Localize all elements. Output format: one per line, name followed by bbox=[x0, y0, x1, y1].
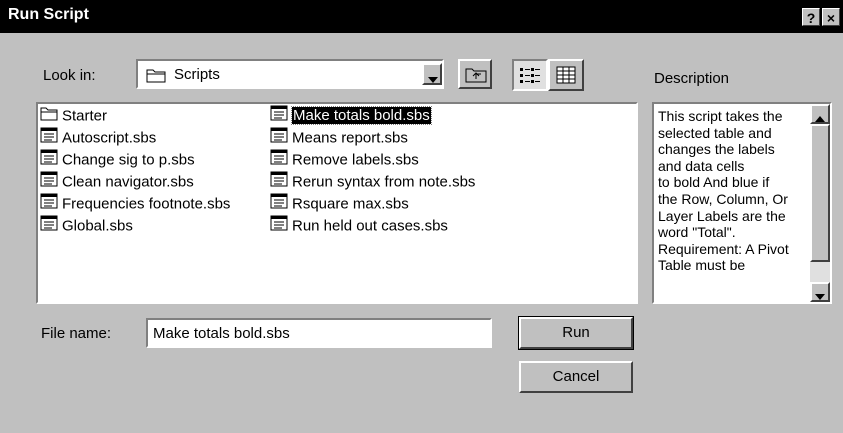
file-name-label: File name: bbox=[41, 325, 112, 342]
scroll-down-button[interactable] bbox=[810, 282, 830, 302]
file-list-item-label: Make totals bold.sbs bbox=[291, 106, 432, 126]
window-title: Run Script bbox=[8, 6, 89, 23]
file-list-item[interactable]: Rerun syntax from note.sbs bbox=[270, 171, 475, 193]
script-file-icon bbox=[270, 105, 288, 128]
list-view-icon bbox=[519, 66, 541, 88]
file-list-item-label: Run held out cases.sbs bbox=[292, 217, 448, 235]
script-file-icon bbox=[270, 215, 288, 238]
file-list-item[interactable]: Autoscript.sbs bbox=[40, 127, 156, 149]
cancel-button[interactable]: Cancel bbox=[519, 361, 633, 393]
file-list-item-label: Means report.sbs bbox=[292, 129, 408, 147]
run-button[interactable]: Run bbox=[518, 316, 634, 350]
look-in-dropdown[interactable]: Scripts bbox=[136, 59, 444, 89]
file-list-item-label: Starter bbox=[62, 107, 108, 125]
file-list[interactable]: Starter Autoscript.sbs Change sig to p.sbs… bbox=[36, 102, 638, 304]
file-list-item-label: Change sig to p.sbs bbox=[62, 151, 195, 169]
file-list-item[interactable]: Rsquare max.sbs bbox=[270, 193, 409, 215]
script-file-icon bbox=[270, 127, 288, 150]
arrow-down-icon bbox=[814, 288, 826, 305]
help-button[interactable]: ? bbox=[802, 8, 820, 26]
script-file-icon bbox=[40, 193, 58, 216]
script-file-icon bbox=[40, 127, 58, 150]
file-name-input[interactable]: Make totals bold.sbs bbox=[146, 318, 492, 348]
look-in-label: Look in: bbox=[43, 67, 96, 84]
up-folder-button[interactable] bbox=[458, 59, 492, 89]
chevron-down-icon bbox=[427, 71, 439, 88]
file-list-item-label: Rsquare max.sbs bbox=[292, 195, 409, 213]
title-bar[interactable]: Run Script ? × bbox=[0, 0, 843, 33]
file-list-item-label: Rerun syntax from note.sbs bbox=[292, 173, 476, 191]
up-folder-icon bbox=[465, 65, 487, 87]
look-in-value: Scripts bbox=[174, 66, 220, 83]
list-view-button[interactable] bbox=[512, 59, 548, 91]
file-list-item[interactable]: Global.sbs bbox=[40, 215, 133, 237]
details-view-button[interactable] bbox=[548, 59, 584, 91]
description-label: Description bbox=[654, 70, 730, 87]
file-list-item-label: Frequencies footnote.sbs bbox=[62, 195, 231, 213]
script-file-icon bbox=[270, 149, 288, 172]
script-file-icon bbox=[270, 171, 288, 194]
scroll-thumb[interactable] bbox=[810, 124, 830, 262]
file-list-item[interactable]: Make totals bold.sbs bbox=[270, 105, 432, 128]
file-list-item[interactable]: Run held out cases.sbs bbox=[270, 215, 448, 237]
file-list-item-label: Autoscript.sbs bbox=[62, 129, 157, 147]
folder-icon bbox=[146, 67, 166, 87]
script-file-icon bbox=[40, 149, 58, 172]
file-list-item-label: Clean navigator.sbs bbox=[62, 173, 194, 191]
run-script-dialog: Run Script ? × Look in: Scripts Descript… bbox=[0, 0, 843, 433]
script-file-icon bbox=[40, 171, 58, 194]
file-list-item-label: Global.sbs bbox=[62, 217, 133, 235]
dropdown-button[interactable] bbox=[422, 63, 442, 85]
file-name-value: Make totals bold.sbs bbox=[153, 325, 290, 342]
file-list-item[interactable]: Starter bbox=[40, 105, 107, 127]
file-list-item-label: Remove labels.sbs bbox=[292, 151, 419, 169]
details-view-icon bbox=[556, 66, 576, 88]
description-scrollbar[interactable] bbox=[810, 104, 830, 302]
file-list-item[interactable]: Means report.sbs bbox=[270, 127, 408, 149]
close-button[interactable]: × bbox=[822, 8, 840, 26]
file-list-item[interactable]: Clean navigator.sbs bbox=[40, 171, 194, 193]
script-file-icon bbox=[40, 215, 58, 238]
file-list-item[interactable]: Change sig to p.sbs bbox=[40, 149, 195, 171]
description-box[interactable]: This script takes the selected table and… bbox=[652, 102, 832, 304]
script-file-icon bbox=[270, 193, 288, 216]
file-list-item[interactable]: Remove labels.sbs bbox=[270, 149, 419, 171]
folder-icon bbox=[40, 105, 58, 128]
scroll-up-button[interactable] bbox=[810, 104, 830, 124]
description-text: This script takes the selected table and… bbox=[658, 108, 789, 274]
file-list-item[interactable]: Frequencies footnote.sbs bbox=[40, 193, 230, 215]
